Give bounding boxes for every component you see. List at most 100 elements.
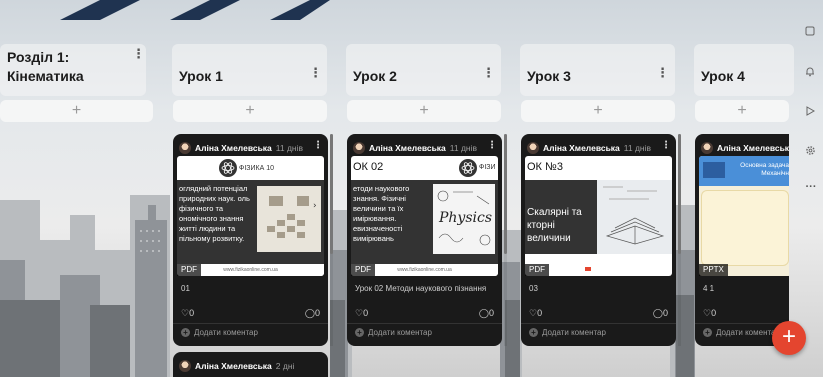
add-comment-button[interactable]: + Додати коментар — [529, 328, 606, 337]
file-type-badge: PDF — [177, 264, 201, 276]
avatar — [179, 360, 191, 372]
add-comment-label: Додати коментар — [716, 328, 780, 337]
card-header: Аліна Хмелевська 11 днів — [527, 140, 672, 156]
slide-panel — [701, 190, 789, 266]
card-header: Аліна Хмелевська 11 — [701, 140, 789, 156]
right-toolbar: ··· — [795, 14, 823, 314]
post-time: 11 днів — [449, 143, 478, 153]
card-menu-icon[interactable]: ⋮ — [661, 140, 671, 151]
add-post-button[interactable]: + — [695, 100, 789, 122]
play-icon[interactable] — [806, 106, 815, 116]
slide-title: ФІЗИКА 10 — [239, 165, 275, 172]
comment-count: 0 — [488, 308, 494, 318]
post-card[interactable]: Аліна Хмелевська 2 дні — [173, 352, 328, 377]
slide-text: оглядний потенціал природних наук. оль ф… — [179, 184, 250, 243]
plus-circle-icon: + — [703, 328, 712, 337]
divider — [347, 323, 502, 324]
comment-count-button[interactable]: ◯0 — [653, 308, 668, 319]
column-menu-icon[interactable]: ⋮ — [482, 66, 495, 79]
add-comment-button[interactable]: + Додати коментар — [355, 328, 432, 337]
card-caption: 4 1 — [703, 284, 715, 293]
attachment-preview[interactable]: ОК №3 Скалярні та кторні величини — [525, 156, 672, 276]
gear-icon[interactable] — [805, 145, 816, 156]
author-name: Аліна Хмелевська — [369, 143, 446, 153]
scroll-thumb[interactable] — [678, 134, 681, 254]
like-button[interactable]: ♡0 — [703, 308, 716, 319]
comment-count-button[interactable]: ◯0 — [305, 308, 320, 319]
column-title-lesson-4: Урок 4 — [701, 68, 745, 84]
card-header: Аліна Хмелевська 11 днів — [353, 140, 498, 156]
slide-title-right: ФІЗИ — [479, 164, 496, 171]
add-post-button[interactable]: + — [521, 100, 675, 122]
card-menu-icon[interactable]: ⋮ — [313, 140, 323, 151]
square-icon[interactable] — [805, 26, 815, 36]
slide-illustration: Physics — [433, 184, 495, 254]
like-count: 0 — [363, 308, 369, 318]
author-name: Аліна Хмелевська — [195, 143, 272, 153]
post-card[interactable]: Аліна Хмелевська 11 днів ⋮ ОК №3 Скалярн… — [521, 134, 676, 346]
add-post-button[interactable]: + — [173, 100, 327, 122]
attachment-preview[interactable]: ОК 02 ФІЗИ Physics етоди наукового знанн… — [351, 156, 498, 276]
post-card[interactable]: Аліна Хмелевська 11 днів ⋮ ФІЗИКА 10 › о… — [173, 134, 328, 346]
post-time: 11 днів — [623, 143, 652, 153]
like-count: 0 — [189, 308, 195, 318]
post-card[interactable]: Аліна Хмелевська 11 Основна задача Механ… — [695, 134, 789, 346]
slide-text: Скалярні та кторні величини — [527, 207, 582, 244]
column-menu-icon[interactable]: ⋮ — [309, 66, 322, 79]
more-icon[interactable]: ··· — [805, 182, 817, 194]
card-caption: 03 — [529, 284, 538, 293]
divider — [695, 323, 789, 324]
avatar — [527, 142, 539, 154]
column-scrollbar[interactable] — [504, 134, 507, 346]
column-menu-icon[interactable]: ⋮ — [132, 47, 145, 60]
add-post-button[interactable]: + — [347, 100, 501, 122]
author-name: Аліна Хмелевська — [717, 143, 789, 153]
card-header: Аліна Хмелевська 2 дні — [179, 358, 324, 374]
column-title-lesson-2: Урок 2 — [353, 68, 397, 84]
add-comment-label: Додати коментар — [368, 328, 432, 337]
comment-count-button[interactable]: ◯0 — [479, 308, 494, 319]
add-comment-button[interactable]: + Додати коментар — [181, 328, 258, 337]
slide-title: ОК №3 — [527, 161, 563, 173]
like-button[interactable]: ♡0 — [181, 308, 194, 319]
comment-count: 0 — [314, 308, 320, 318]
add-comment-label: Додати коментар — [194, 328, 258, 337]
column-menu-icon[interactable]: ⋮ — [656, 66, 669, 79]
column-title-lesson-3: Урок 3 — [527, 68, 571, 84]
avatar — [179, 142, 191, 154]
post-time: 11 днів — [275, 143, 304, 153]
column-title-section-line2: Кінематика — [7, 68, 84, 84]
scroll-thumb[interactable] — [330, 134, 333, 254]
attachment-preview[interactable]: Основна задача Механічн — [699, 156, 789, 276]
scroll-thumb[interactable] — [504, 134, 507, 254]
divider — [173, 323, 328, 324]
bell-icon[interactable] — [805, 66, 815, 77]
slide-title: ОК 02 — [353, 161, 384, 173]
avatar — [701, 142, 713, 154]
file-type-badge: PPTX — [699, 264, 728, 276]
author-name: Аліна Хмелевська — [195, 361, 272, 371]
slide-logo — [703, 162, 725, 178]
add-comment-button[interactable]: + Додати коментар — [703, 328, 780, 337]
add-post-button[interactable]: + — [0, 100, 153, 122]
plus-circle-icon: + — [355, 328, 364, 337]
card-caption: Урок 02 Методи наукового пізнання — [355, 284, 487, 293]
column-scrollbar[interactable] — [678, 134, 681, 346]
add-post-fab[interactable]: + — [772, 321, 806, 355]
column-scrollbar[interactable] — [330, 134, 333, 346]
like-count: 0 — [711, 308, 717, 318]
plus-circle-icon: + — [181, 328, 190, 337]
like-button[interactable]: ♡0 — [355, 308, 368, 319]
divider — [521, 323, 676, 324]
file-type-badge: PDF — [351, 264, 375, 276]
slide-title: Основна задача Механічн — [740, 162, 789, 177]
like-button[interactable]: ♡0 — [529, 308, 542, 319]
add-comment-label: Додати коментар — [542, 328, 606, 337]
post-card[interactable]: Аліна Хмелевська 11 днів ⋮ ОК 02 ФІЗИ Ph… — [347, 134, 502, 346]
post-time: 2 дні — [275, 361, 295, 371]
card-menu-icon[interactable]: ⋮ — [487, 140, 497, 151]
file-type-badge: PDF — [525, 264, 549, 276]
decorative-stripes — [60, 0, 330, 20]
atom-icon — [219, 159, 237, 177]
attachment-preview[interactable]: ФІЗИКА 10 › оглядний потенціал природних… — [177, 156, 324, 276]
